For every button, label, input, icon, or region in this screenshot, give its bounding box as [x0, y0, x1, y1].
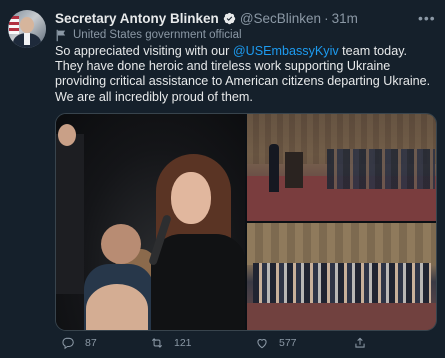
separator-dot: ·: [324, 10, 329, 26]
retweet-icon: [151, 338, 163, 348]
photo-figure: [86, 284, 148, 330]
photo-figure: [171, 172, 211, 224]
avatar[interactable]: [8, 10, 46, 48]
tweet-header: Secretary Antony Blinken @SecBlinken · 3…: [55, 9, 358, 27]
avatar-flag: [9, 16, 19, 34]
photo-crowd: [327, 149, 435, 189]
photo-wall: [247, 223, 436, 265]
author-handle[interactable]: @SecBlinken: [240, 11, 321, 26]
share-button[interactable]: [353, 336, 377, 350]
retweet-count: 121: [174, 337, 192, 349]
photo-figure: [101, 224, 141, 264]
tweet-text: So appreciated visiting with our @USEmba…: [55, 44, 435, 105]
photo-figure: [269, 144, 279, 192]
avatar-shirt: [24, 33, 30, 45]
photo-figure: [58, 124, 76, 146]
media-grid: [55, 113, 437, 331]
photo-group-picture[interactable]: [247, 223, 436, 330]
share-icon: [355, 337, 365, 348]
reply-count: 87: [85, 337, 97, 349]
reply-icon: [62, 337, 74, 350]
heart-icon: [257, 339, 267, 349]
retweet-button[interactable]: 121: [150, 336, 192, 350]
photo-figure: [56, 134, 84, 294]
action-bar: 87 121 577: [55, 336, 435, 354]
verified-badge-icon: [223, 12, 235, 24]
photo-figure: [151, 234, 245, 330]
like-button[interactable]: 577: [255, 336, 297, 350]
tweet-card[interactable]: Secretary Antony Blinken @SecBlinken · 3…: [0, 0, 445, 358]
author-name[interactable]: Secretary Antony Blinken: [55, 11, 219, 26]
reply-button[interactable]: 87: [61, 336, 97, 350]
photo-speaker-at-podium[interactable]: [247, 114, 436, 221]
account-label: United States government official: [55, 27, 242, 43]
like-count: 577: [279, 337, 297, 349]
more-icon[interactable]: •••: [418, 10, 436, 26]
avatar-face: [20, 17, 34, 33]
mention-link[interactable]: @USEmbassyKyiv: [233, 44, 339, 58]
tweet-time[interactable]: 31m: [332, 11, 358, 26]
photo-carpet: [247, 303, 436, 330]
tweet-text-part1: So appreciated visiting with our: [55, 44, 233, 58]
government-flag-icon: [56, 29, 66, 41]
account-label-text: United States government official: [73, 29, 242, 41]
photo-podium: [285, 152, 303, 188]
photo-crowd: [253, 263, 431, 303]
photo-woman-with-microphone[interactable]: [56, 114, 245, 330]
